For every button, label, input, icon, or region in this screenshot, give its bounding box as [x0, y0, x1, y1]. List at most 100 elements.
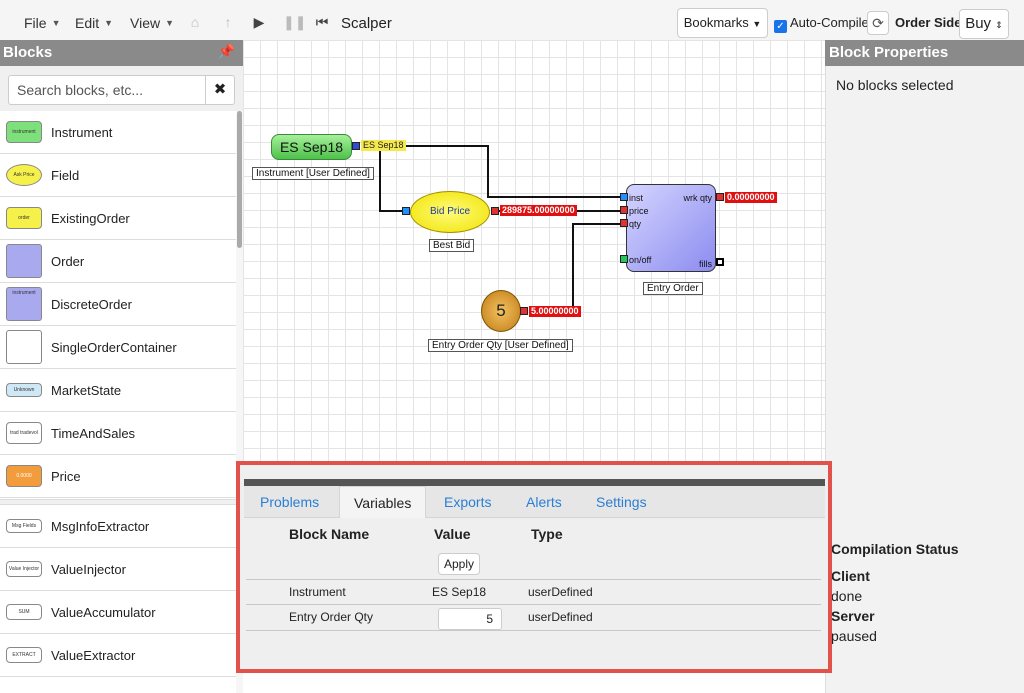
- value-injector-thumb-icon: Value Injector: [6, 561, 42, 577]
- pin-icon[interactable]: 📌: [218, 43, 235, 60]
- block-item-discrete-order[interactable]: instrument DiscreteOrder: [0, 283, 236, 326]
- block-item-price[interactable]: 0.0000 Price: [0, 455, 236, 498]
- instrument-output-port[interactable]: [352, 142, 360, 150]
- single-order-container-thumb-icon: [6, 330, 42, 364]
- order-block-caption: Entry Order: [643, 282, 703, 295]
- menu-edit[interactable]: Edit ▼: [75, 15, 113, 31]
- block-properties-panel: No blocks selected Compilation Status Cl…: [825, 66, 1024, 693]
- block-item-market-state[interactable]: Unknown MarketState: [0, 369, 236, 412]
- field-thumb-icon: Ask Price: [6, 164, 42, 186]
- tab-exports[interactable]: Exports: [444, 494, 491, 510]
- order-inst-port[interactable]: [620, 193, 628, 201]
- block-item-value-extractor[interactable]: EXTRACT ValueExtractor: [0, 634, 236, 677]
- tab-alerts[interactable]: Alerts: [526, 494, 562, 510]
- block-item-order[interactable]: Order: [0, 240, 236, 283]
- wire-instrument-to-bid: [379, 146, 403, 212]
- time-and-sales-thumb-icon: trad tradevol: [6, 422, 42, 444]
- refresh-button[interactable]: ⟳: [867, 11, 889, 35]
- block-list: instrument Instrument Ask Price Field or…: [0, 111, 236, 693]
- row-type: userDefined: [528, 610, 593, 624]
- entry-order-block[interactable]: inst price qty on/off wrk qty fills: [626, 184, 716, 272]
- instrument-block[interactable]: ES Sep18: [271, 134, 352, 160]
- instrument-output-value: ES Sep18: [361, 140, 406, 151]
- block-item-msg-info-extractor[interactable]: Msg Fields MsgInfoExtractor: [0, 505, 236, 548]
- msg-info-extractor-thumb-icon: Msg Fields: [6, 519, 42, 533]
- server-status: paused: [831, 628, 877, 644]
- bid-price-block[interactable]: Bid Price: [410, 191, 490, 233]
- order-on-off-port[interactable]: [620, 255, 628, 263]
- checkbox-checked-icon[interactable]: ✓: [774, 20, 787, 33]
- order-fills-port[interactable]: [716, 258, 724, 266]
- close-icon: ✖: [213, 81, 227, 98]
- order-wrk-qty-value: 0.00000000: [725, 192, 777, 203]
- compilation-status-title: Compilation Status: [831, 541, 959, 557]
- bid-output-value: 289875.00000000: [500, 205, 577, 216]
- apply-button[interactable]: Apply: [438, 553, 480, 575]
- block-item-existing-order[interactable]: order ExistingOrder: [0, 197, 236, 240]
- bid-output-port[interactable]: [491, 207, 499, 215]
- search-bar: ✖: [0, 66, 243, 111]
- wire-instrument-to-order: [405, 145, 621, 198]
- qty-value-input[interactable]: [438, 608, 502, 630]
- arrow-up-icon[interactable]: ↑: [220, 14, 236, 30]
- tab-settings[interactable]: Settings: [596, 494, 647, 510]
- block-item-value-accumulator[interactable]: SUM ValueAccumulator: [0, 591, 236, 634]
- algo-title: Scalper: [341, 15, 392, 32]
- tab-variables[interactable]: Variables: [339, 486, 427, 519]
- chevron-down-icon: ▼: [752, 19, 762, 29]
- blocks-panel-header: Blocks 📌: [0, 40, 243, 66]
- existing-order-thumb-icon: order: [6, 207, 42, 229]
- chevron-down-icon: ▼: [51, 18, 61, 28]
- menu-file[interactable]: File ▼: [24, 15, 60, 31]
- auto-compile-toggle[interactable]: ✓ Auto-Compile: [774, 15, 869, 33]
- block-item-value-injector[interactable]: Value Injector ValueInjector: [0, 548, 236, 591]
- bid-block-caption: Best Bid: [429, 239, 475, 252]
- order-side-select[interactable]: Buy ⇕: [959, 9, 1009, 39]
- home-icon[interactable]: ⌂: [187, 14, 203, 30]
- order-side-label: Order Side: [895, 15, 962, 30]
- column-block-name: Block Name: [289, 526, 370, 542]
- chevron-down-icon: ▼: [104, 18, 114, 28]
- client-label: Client: [831, 568, 870, 584]
- order-wrk-qty-port[interactable]: [716, 193, 724, 201]
- block-properties-header: Block Properties: [825, 40, 1024, 66]
- order-price-port[interactable]: [620, 206, 628, 214]
- wire-qty-to-order: [572, 223, 621, 311]
- instrument-block-caption: Instrument [User Defined]: [252, 167, 374, 180]
- skip-back-icon[interactable]: ⏮: [314, 14, 330, 30]
- refresh-icon: ⟳: [872, 15, 884, 31]
- row-block-name: Instrument: [289, 585, 346, 599]
- bid-input-port[interactable]: [402, 207, 410, 215]
- row-type: userDefined: [528, 585, 593, 599]
- updown-icon: ⇕: [995, 20, 1003, 30]
- instrument-thumb-icon: instrument: [6, 121, 42, 143]
- variables-panel: Problems Variables Exports Alerts Settin…: [236, 461, 832, 673]
- panel-tabs: Problems Variables Exports Alerts Settin…: [244, 486, 825, 519]
- table-row: Instrument ES Sep18 userDefined: [246, 579, 821, 604]
- table-row: Entry Order Qty userDefined: [246, 604, 821, 631]
- tab-problems[interactable]: Problems: [260, 494, 319, 510]
- pause-icon[interactable]: ❚❚: [283, 14, 306, 30]
- design-canvas[interactable]: ES Sep18 ES Sep18 Instrument [User Defin…: [243, 40, 825, 470]
- menu-view[interactable]: View ▼: [130, 15, 174, 31]
- block-item-single-order-container[interactable]: SingleOrderContainer: [0, 326, 236, 369]
- order-thumb-icon: [6, 244, 42, 278]
- entry-qty-block[interactable]: 5: [481, 290, 521, 332]
- bookmarks-button[interactable]: Bookmarks ▼: [677, 8, 768, 38]
- value-accumulator-thumb-icon: SUM: [6, 604, 42, 620]
- search-input[interactable]: [8, 75, 206, 105]
- panel-resize-bar[interactable]: [244, 479, 825, 486]
- variables-table: Block Name Value Type Apply Instrument E…: [244, 518, 825, 668]
- order-qty-port[interactable]: [620, 219, 628, 227]
- scrollbar-thumb[interactable]: [237, 111, 242, 248]
- clear-search-button[interactable]: ✖: [205, 75, 235, 105]
- qty-output-port[interactable]: [520, 307, 528, 315]
- block-item-field[interactable]: Ask Price Field: [0, 154, 236, 197]
- value-extractor-thumb-icon: EXTRACT: [6, 647, 42, 663]
- connection-lines: [379, 145, 621, 311]
- block-item-instrument[interactable]: instrument Instrument: [0, 111, 236, 154]
- chevron-down-icon: ▼: [165, 18, 175, 28]
- play-icon[interactable]: ▶: [251, 14, 267, 30]
- server-label: Server: [831, 608, 875, 624]
- block-item-time-and-sales[interactable]: trad tradevol TimeAndSales: [0, 412, 236, 455]
